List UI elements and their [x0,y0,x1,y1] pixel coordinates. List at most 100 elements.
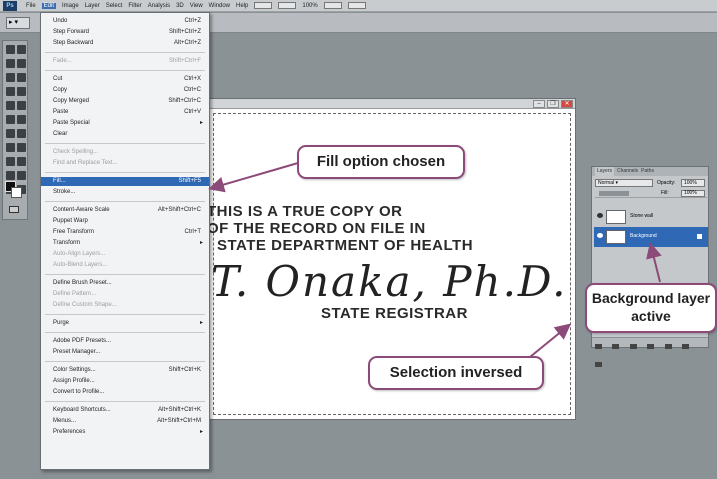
menu-edit[interactable]: Edit [41,2,57,9]
edit-menu-item[interactable]: Preferences ▸ [41,428,209,437]
edit-menu-item[interactable]: Cut Ctrl+X [41,75,209,84]
restore-icon[interactable]: ❐ [547,100,559,108]
visibility-eye-icon[interactable] [597,213,603,218]
bridge-button[interactable] [254,2,273,9]
type-tool-icon[interactable] [17,143,26,152]
menu-item-shortcut: Shift+Ctrl+C [168,98,201,104]
minimize-icon[interactable]: – [533,100,545,108]
registrar-title: STATE REGISTRAR [321,305,468,322]
3d-rotate-tool-icon[interactable] [6,171,15,180]
add-mask-icon[interactable] [629,344,637,349]
menu-item-shortcut: Alt+Ctrl+Z [173,40,201,46]
menu-file[interactable]: File [26,3,36,9]
edit-menu-item[interactable]: Copy Ctrl+C [41,86,209,95]
healing-brush-tool-icon[interactable] [6,87,15,96]
pen-tool-icon[interactable] [6,143,15,152]
menu-3d[interactable]: 3D [176,3,184,9]
quick-select-tool-icon[interactable] [17,59,26,68]
new-layer-icon[interactable] [682,344,690,349]
edit-menu-item[interactable]: Stroke... [41,188,209,197]
3d-orbit-tool-icon[interactable] [17,171,26,180]
arrange-documents-button[interactable] [323,2,342,9]
layer-style-icon[interactable] [612,344,620,349]
blend-mode-select[interactable]: Normal ▾ [595,179,653,187]
edit-menu-item[interactable]: Keyboard Shortcuts... Alt+Shift+Ctrl+K [41,406,209,415]
layer-row-background[interactable]: Background [594,227,708,247]
visibility-eye-icon[interactable] [597,233,603,238]
screen-mode-button[interactable] [347,2,366,9]
edit-menu-item[interactable]: Color Settings... Shift+Ctrl+K [41,366,209,375]
menu-filter[interactable]: Filter [128,3,141,9]
fill-field[interactable]: 100% [681,190,705,197]
menu-window[interactable]: Window [209,3,230,9]
menu-item-label: Stroke... [53,189,76,195]
tab-layers[interactable]: Layers [595,167,615,176]
edit-menu-item[interactable]: Paste Special ▸ [41,119,209,128]
mini-bridge-button[interactable] [278,2,297,9]
tab-paths[interactable]: Paths [641,167,654,176]
opacity-field[interactable]: 100% [681,179,705,187]
edit-menu-item[interactable]: Preset Manager... [41,348,209,357]
path-selection-tool-icon[interactable] [6,157,15,166]
move-tool-icon[interactable] [6,45,15,54]
edit-menu-item[interactable]: Step Backward Alt+Ctrl+Z [41,39,209,48]
new-group-icon[interactable] [664,344,672,349]
history-brush-tool-icon[interactable] [17,101,26,110]
marquee-tool-icon[interactable] [17,45,26,54]
tool-preset-picker[interactable]: ▸ ▾ [6,17,30,29]
edit-menu-item[interactable]: Define Brush Preset... [41,279,209,288]
edit-menu-item[interactable]: Fill... Shift+F5 [41,177,209,186]
menu-item-label: Free Transform [53,229,95,235]
menu-separator [45,70,205,71]
edit-menu-item[interactable]: Step Forward Shift+Ctrl+Z [41,28,209,37]
link-layers-icon[interactable] [595,344,602,349]
menu-analysis[interactable]: Analysis [148,3,170,9]
delete-layer-icon[interactable] [595,362,602,367]
menu-bar: Ps File Edit Image Layer Select Filter A… [0,0,717,12]
menu-item-label: Paste [53,109,69,115]
edit-menu-item[interactable]: Adobe PDF Presets... [41,337,209,346]
menu-help[interactable]: Help [236,3,248,9]
quick-mask-icon[interactable] [9,206,19,213]
background-color-swatch[interactable] [11,187,22,198]
menu-select[interactable]: Select [106,3,123,9]
layer-row-stone-wall[interactable]: Stone wall [594,207,708,227]
document-titlebar[interactable]: – ❐ ✕ [209,99,575,109]
edit-menu-item[interactable]: Convert to Profile... [41,388,209,397]
edit-menu-item[interactable]: Assign Profile... [41,377,209,386]
tab-channels[interactable]: Channels [617,167,638,176]
edit-menu-item[interactable]: Free Transform Ctrl+T [41,228,209,237]
lasso-tool-icon[interactable] [6,59,15,68]
crop-tool-icon[interactable] [6,73,15,82]
zoom-level[interactable]: 100% [302,3,317,9]
edit-menu-item[interactable]: Content-Aware Scale Alt+Shift+Ctrl+C [41,206,209,215]
menu-view[interactable]: View [190,3,203,9]
edit-menu-item[interactable]: Paste Ctrl+V [41,108,209,117]
eyedropper-tool-icon[interactable] [17,73,26,82]
edit-menu-item[interactable]: Menus... Alt+Shift+Ctrl+M [41,417,209,426]
edit-menu-item[interactable]: Undo Ctrl+Z [41,17,209,26]
lock-icons[interactable] [599,191,629,196]
edit-menu-item[interactable]: Puppet Warp [41,217,209,226]
edit-menu-item[interactable]: Copy Merged Shift+Ctrl+C [41,97,209,106]
edit-menu-item[interactable]: Purge ▸ [41,319,209,328]
menu-layer[interactable]: Layer [85,3,100,9]
blur-tool-icon[interactable] [6,129,15,138]
clone-stamp-tool-icon[interactable] [6,101,15,110]
eraser-tool-icon[interactable] [6,115,15,124]
menu-item-label: Preferences [53,429,86,435]
submenu-arrow-icon: ▸ [199,320,203,326]
edit-menu-dropdown: Undo Ctrl+Z Step Forward Shift+Ctrl+Z Step B… [40,12,210,470]
dodge-tool-icon[interactable] [17,129,26,138]
gradient-tool-icon[interactable] [17,115,26,124]
menu-image[interactable]: Image [62,3,79,9]
menu-item-shortcut: Ctrl+Z [184,18,202,24]
shape-tool-icon[interactable] [17,157,26,166]
edit-menu-item[interactable]: Clear [41,130,209,139]
edit-menu-item[interactable]: Transform ▸ [41,239,209,248]
close-icon[interactable]: ✕ [561,100,573,108]
layers-panel-tabs: Layers Channels Paths [592,167,708,176]
adjustment-layer-icon[interactable] [647,344,655,349]
brush-tool-icon[interactable] [17,87,26,96]
opacity-label: Opacity: [657,180,676,186]
